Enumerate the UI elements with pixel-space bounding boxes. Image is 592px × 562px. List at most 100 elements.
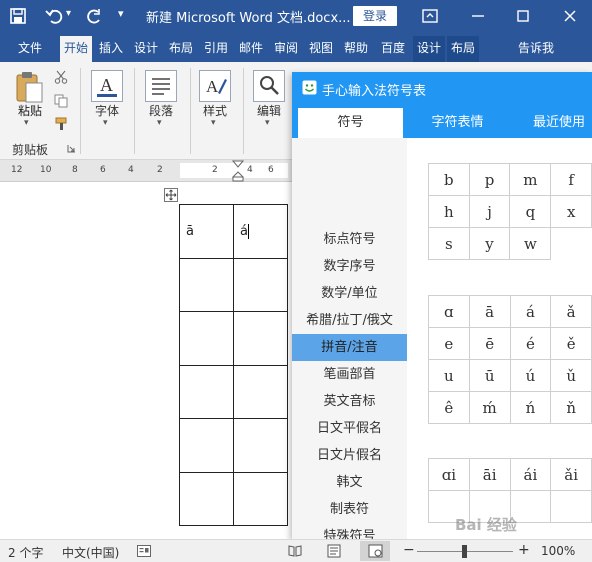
paste-dropdown-icon[interactable]: ▾ [24, 118, 29, 128]
symbol-cell[interactable]: b [428, 163, 470, 196]
table-cell[interactable] [179, 257, 234, 312]
symbol-cell[interactable]: h [428, 195, 470, 228]
table-cell[interactable] [233, 418, 288, 473]
symbol-cell[interactable]: j [468, 195, 511, 228]
tab-table-layout[interactable]: 布局 [447, 36, 479, 62]
symbol-cell[interactable]: ú [509, 359, 552, 392]
font-icon[interactable]: A [91, 70, 123, 102]
styles-icon[interactable]: A [199, 70, 231, 102]
symbol-cell[interactable]: ái [509, 458, 552, 491]
zoom-level[interactable]: 100% [541, 544, 575, 558]
symbol-cell[interactable]: ě [550, 327, 592, 360]
symbol-cell[interactable]: e [428, 327, 470, 360]
print-layout-icon[interactable] [326, 544, 342, 558]
tab-insert[interactable]: 插入 [95, 36, 127, 62]
ribbon-display-options-icon[interactable] [420, 6, 440, 26]
symbol-cell[interactable]: ê [428, 391, 470, 424]
copy-icon[interactable] [54, 94, 68, 108]
symbol-cell[interactable]: ā [468, 295, 511, 328]
tab-file[interactable]: 文件 [10, 36, 50, 62]
paragraph-icon[interactable] [145, 70, 177, 102]
symbol-panel-header[interactable]: 手心输入法符号表 [292, 72, 592, 104]
table-cell[interactable] [233, 364, 288, 419]
table-cell[interactable] [233, 257, 288, 312]
minimize-icon[interactable] [468, 6, 488, 26]
format-painter-icon[interactable] [54, 116, 70, 132]
category-numbers[interactable]: 数字序号 [292, 253, 407, 280]
symbol-cell[interactable]: āi [468, 458, 511, 491]
tab-view[interactable]: 视图 [305, 36, 337, 62]
tab-layout[interactable]: 布局 [165, 36, 197, 62]
category-phonetics[interactable]: 英文音标 [292, 388, 407, 415]
tab-mailings[interactable]: 邮件 [235, 36, 267, 62]
table-cell[interactable]: ā [179, 204, 234, 259]
web-layout-button[interactable] [360, 541, 390, 561]
symbol-cell[interactable]: ɑi [428, 458, 470, 491]
tab-recent[interactable]: 最近使用 [514, 108, 592, 138]
zoom-slider-thumb[interactable] [462, 545, 467, 558]
indent-marker-icon[interactable] [231, 160, 245, 182]
tab-help[interactable]: 帮助 [340, 36, 372, 62]
category-math-units[interactable]: 数学/单位 [292, 280, 407, 307]
symbol-cell[interactable]: w [509, 227, 552, 260]
paste-button[interactable]: 粘贴 [14, 102, 46, 119]
cut-icon[interactable] [54, 70, 68, 84]
tab-emoticons[interactable]: 字符表情 [410, 108, 505, 138]
language-indicator[interactable]: 中文(中国) [62, 544, 119, 561]
tab-design[interactable]: 设计 [130, 36, 162, 62]
editing-dropdown-icon[interactable]: ▾ [265, 118, 270, 128]
symbol-cell[interactable]: m [509, 163, 552, 196]
symbol-cell[interactable]: ǎi [550, 458, 592, 491]
symbol-cell[interactable]: é [509, 327, 552, 360]
symbol-cell[interactable]: á [509, 295, 552, 328]
zoom-in-button[interactable]: + [518, 542, 530, 558]
table-cell[interactable] [233, 311, 288, 366]
read-mode-icon[interactable] [288, 545, 302, 557]
search-icon[interactable] [253, 70, 285, 102]
undo-dropdown-icon[interactable]: ▾ [66, 8, 71, 19]
redo-icon[interactable] [84, 6, 104, 26]
font-dropdown-icon[interactable]: ▾ [103, 118, 108, 128]
tab-references[interactable]: 引用 [200, 36, 232, 62]
category-hiragana[interactable]: 日文平假名 [292, 415, 407, 442]
document-canvas[interactable]: ā á [0, 182, 292, 539]
styles-button[interactable]: 样式 [194, 102, 236, 119]
tab-table-design[interactable]: 设计 [413, 36, 445, 62]
symbol-cell[interactable]: ǔ [550, 359, 592, 392]
horizontal-ruler[interactable]: 12 10 8 6 4 2 2 4 6 [0, 160, 292, 182]
symbol-cell[interactable]: s [428, 227, 470, 260]
zoom-out-button[interactable]: − [403, 542, 415, 558]
category-box-drawing[interactable]: 制表符 [292, 496, 407, 523]
tab-review[interactable]: 审阅 [270, 36, 302, 62]
document-table[interactable]: ā á [179, 204, 288, 526]
symbol-cell[interactable]: ē [468, 327, 511, 360]
symbol-cell[interactable]: u [428, 359, 470, 392]
symbol-cell[interactable]: x [550, 195, 592, 228]
category-korean[interactable]: 韩文 [292, 469, 407, 496]
save-icon[interactable] [8, 6, 28, 26]
table-move-handle-icon[interactable] [164, 188, 178, 202]
category-katakana[interactable]: 日文片假名 [292, 442, 407, 469]
tab-baidu[interactable]: 百度 [376, 36, 410, 62]
tell-me-search[interactable]: 告诉我 [512, 36, 560, 62]
paragraph-dropdown-icon[interactable]: ▾ [157, 118, 162, 128]
symbol-cell[interactable]: y [468, 227, 511, 260]
table-cell[interactable] [233, 471, 288, 526]
styles-dropdown-icon[interactable]: ▾ [211, 118, 216, 128]
table-cell[interactable] [179, 364, 234, 419]
undo-icon[interactable] [44, 6, 64, 26]
symbol-cell[interactable]: ū [468, 359, 511, 392]
login-button[interactable]: 登录 [353, 6, 397, 26]
category-greek-latin-cyrillic[interactable]: 希腊/拉丁/俄文 [292, 307, 407, 334]
symbol-cell[interactable]: ń [509, 391, 552, 424]
table-cell[interactable] [179, 311, 234, 366]
close-icon[interactable] [560, 6, 580, 26]
font-button[interactable]: 字体 [86, 102, 128, 119]
category-punctuation[interactable]: 标点符号 [292, 226, 407, 253]
symbol-cell[interactable]: f [550, 163, 592, 196]
symbol-cell[interactable]: ḿ [468, 391, 511, 424]
symbol-cell[interactable] [550, 490, 592, 523]
category-strokes[interactable]: 笔画部首 [292, 361, 407, 388]
tab-home[interactable]: 开始 [60, 36, 92, 62]
symbol-cell[interactable]: ǎ [550, 295, 592, 328]
